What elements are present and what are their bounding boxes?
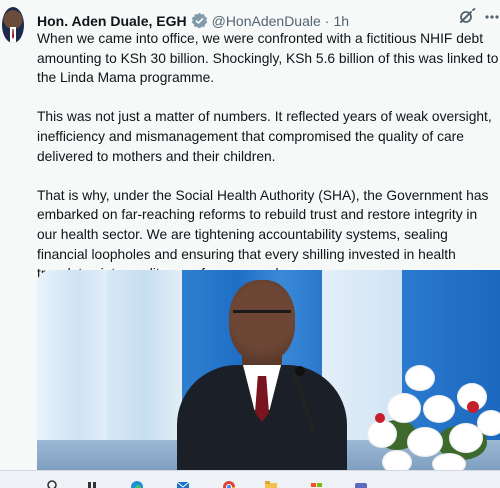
separator-dot: · <box>324 13 330 29</box>
folder-icon[interactable] <box>264 479 278 488</box>
windows-taskbar <box>0 470 500 488</box>
grok-icon[interactable] <box>456 6 478 28</box>
store-icon[interactable] <box>310 479 324 488</box>
white-flower <box>423 395 455 423</box>
tweet-paragraph-1: When we came into office, we were confro… <box>37 31 499 86</box>
white-flower <box>477 410 500 436</box>
tweet-text: When we came into office, we were confro… <box>37 29 500 303</box>
white-flower <box>382 450 412 470</box>
mail-icon[interactable] <box>176 479 190 488</box>
app-icon[interactable] <box>354 479 368 488</box>
white-flower <box>367 420 397 448</box>
speaker-glasses <box>233 310 291 320</box>
search-icon[interactable] <box>46 479 60 488</box>
author-handle[interactable]: @HonAdenDuale <box>212 13 321 29</box>
white-flower <box>407 427 443 457</box>
author-name[interactable]: Hon. Aden Duale, EGH <box>37 13 187 29</box>
tweet-paragraph-2: This was not just a matter of numbers. I… <box>37 109 492 164</box>
tweet-timestamp[interactable]: 1h <box>333 13 349 29</box>
white-flower <box>432 453 466 470</box>
author-avatar[interactable] <box>2 7 24 43</box>
speaker-head <box>229 280 295 362</box>
tweet-header: Hon. Aden Duale, EGH @HonAdenDuale · 1h <box>37 9 349 29</box>
speaker-figure <box>177 280 377 470</box>
file-explorer-icon[interactable] <box>86 479 100 488</box>
red-flower <box>467 401 479 413</box>
white-flower <box>387 393 421 423</box>
tweet-media-photo[interactable] <box>37 270 500 470</box>
red-flower <box>375 413 385 423</box>
edge-browser-icon[interactable] <box>130 479 144 488</box>
white-flower <box>405 365 435 391</box>
microphone-icon <box>295 366 305 376</box>
flower-arrangement <box>367 365 500 470</box>
more-options-icon[interactable] <box>484 8 500 26</box>
chrome-icon[interactable] <box>222 479 236 488</box>
government-verified-badge-icon[interactable] <box>191 12 208 29</box>
tweet-card[interactable]: Hon. Aden Duale, EGH @HonAdenDuale · 1h … <box>0 0 500 470</box>
